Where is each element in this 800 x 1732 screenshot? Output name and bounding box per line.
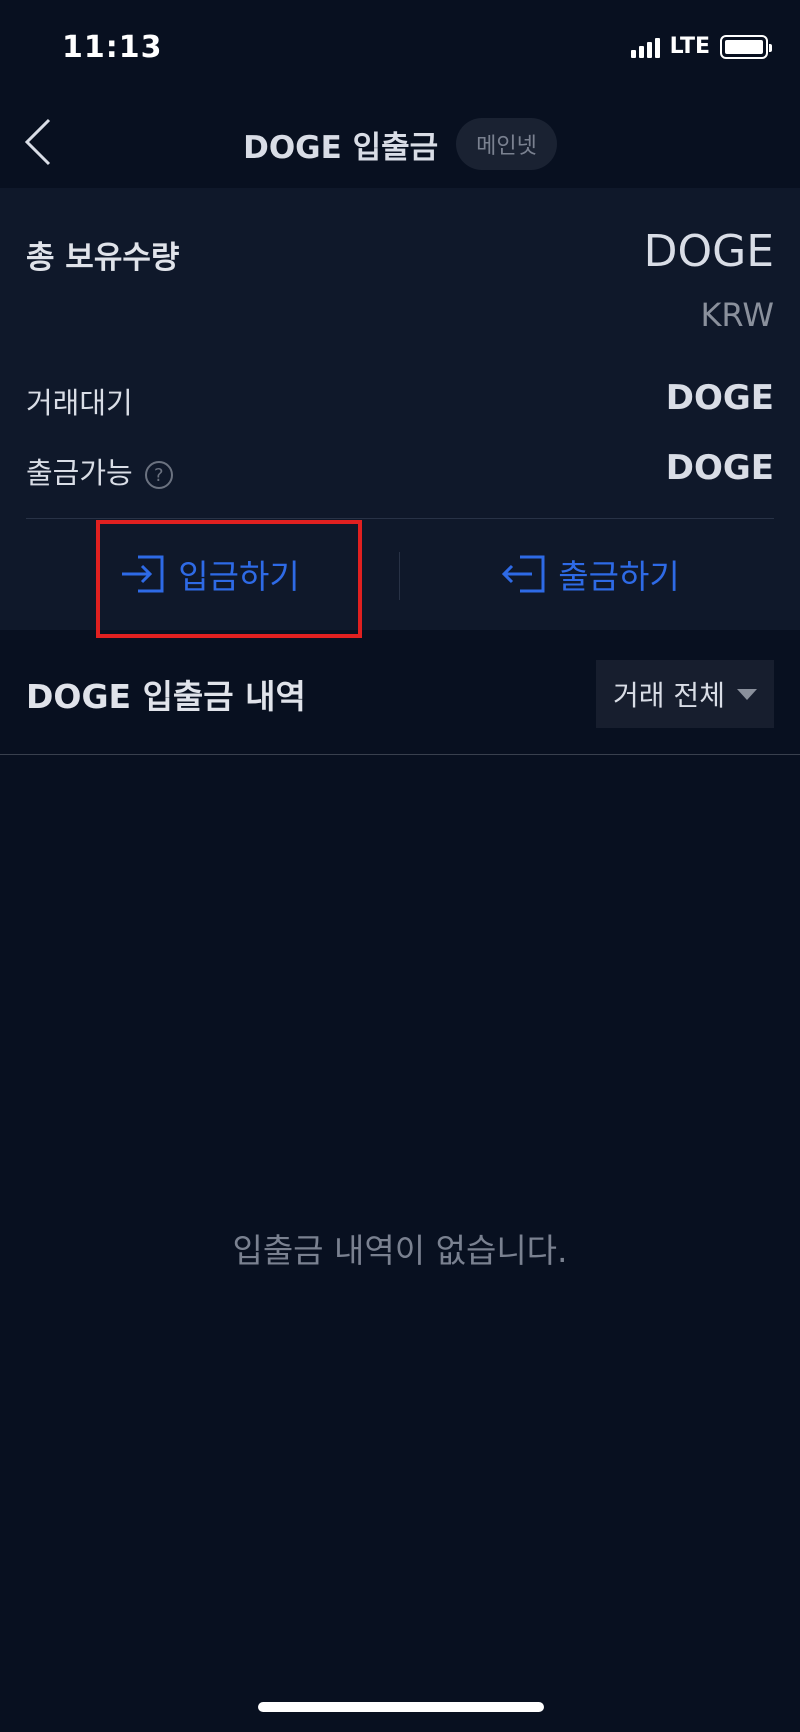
home-indicator[interactable] xyxy=(258,1702,544,1712)
panel-divider xyxy=(26,518,774,519)
pending-label: 거래대기 xyxy=(26,386,133,420)
history-title: DOGE 입출금 내역 xyxy=(26,677,306,716)
nav-title-group: DOGE 입출금 메인넷 xyxy=(0,118,800,170)
exit-icon xyxy=(502,555,545,593)
caret-down-icon xyxy=(736,688,757,700)
page-title: DOGE 입출금 xyxy=(243,129,439,166)
total-holdings-label: 총 보유수량 xyxy=(26,240,180,276)
history-header: DOGE 입출금 내역 거래 전체 xyxy=(0,630,800,755)
network-badge: 메인넷 xyxy=(456,118,557,170)
battery-icon xyxy=(720,34,772,59)
pending-value: DOGE xyxy=(665,378,774,418)
network-label: LTE xyxy=(669,34,710,59)
signal-icon xyxy=(630,36,660,58)
withdraw-label: 출금하기 xyxy=(558,557,680,596)
question-circle-icon[interactable]: ? xyxy=(144,461,173,489)
screen: 11:13 LTE DOGE 입출금 메인넷 총 보유수량 DOGE KRW 거… xyxy=(0,0,800,1732)
available-label: 출금가능 xyxy=(26,456,133,490)
total-holdings-coin: DOGE xyxy=(643,226,774,277)
highlight-box xyxy=(96,520,362,638)
status-icons: LTE xyxy=(630,34,772,59)
status-time: 11:13 xyxy=(62,30,163,65)
available-row: 출금가능? xyxy=(26,450,173,492)
withdraw-button[interactable]: 출금하기 xyxy=(440,528,740,620)
empty-history-message: 입출금 내역이 없습니다. xyxy=(232,1231,568,1270)
action-divider xyxy=(399,552,400,600)
nav-header: DOGE 입출금 메인넷 xyxy=(0,100,800,188)
total-holdings-krw: KRW xyxy=(700,296,774,334)
transaction-filter-dropdown[interactable]: 거래 전체 xyxy=(596,660,774,728)
filter-selected-label: 거래 전체 xyxy=(613,679,725,712)
status-bar: 11:13 LTE xyxy=(0,0,800,100)
available-value: DOGE xyxy=(665,448,774,488)
